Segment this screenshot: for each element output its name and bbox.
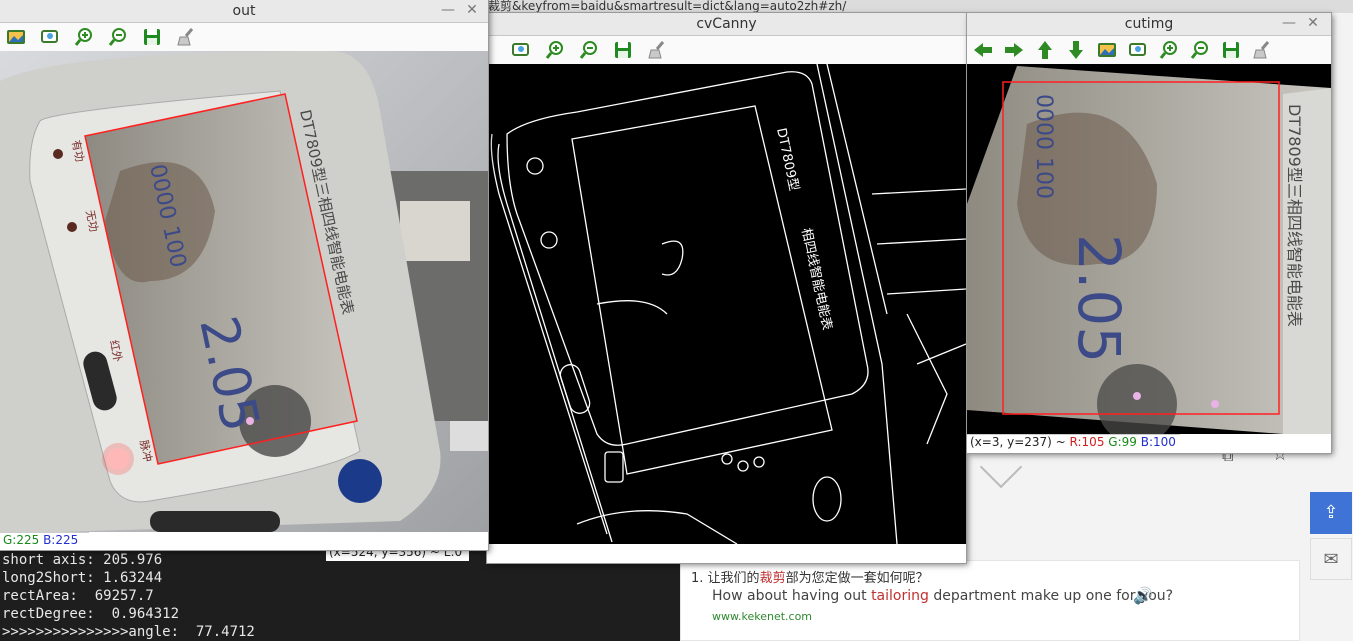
url-text: 裁剪&keyfrom=baidu&smartresult=dict&lang=a… xyxy=(488,0,847,13)
browser-url-bar[interactable]: 裁剪&keyfrom=baidu&smartresult=dict&lang=a… xyxy=(466,0,1353,13)
canny-title: cvCanny xyxy=(696,16,757,32)
cutimg-image[interactable]: 2.05 0000 100 DT7809型三相四线智能电能表 xyxy=(967,64,1331,434)
cut-model-text: DT7809型三相四线智能电能表 xyxy=(1285,104,1304,327)
svg-text:相四线智能电能表: 相四线智能电能表 xyxy=(798,227,834,332)
cut-reading-text: 2.05 xyxy=(1065,234,1133,363)
zoom-out-icon[interactable] xyxy=(1186,38,1213,62)
zoom-fit-icon[interactable] xyxy=(507,38,534,62)
terminal-lines: short axis: 205.976 long2Short: 1.63244 … xyxy=(0,551,255,641)
canny-edge-image[interactable]: DT7809型 相四线智能电能表 xyxy=(487,64,966,544)
example-source-link[interactable]: www.kekenet.com xyxy=(712,610,812,623)
example-en-highlight: tailoring xyxy=(871,588,929,604)
terminal-line: >>>>>>>>>>>>>>>angle: 77.4712 xyxy=(2,624,255,640)
cut-digits-text: 0000 100 xyxy=(1031,94,1056,199)
out-title: out xyxy=(232,3,256,19)
clear-icon[interactable] xyxy=(643,38,670,62)
cutimg-drawing: 2.05 0000 100 DT7809型三相四线智能电能表 xyxy=(967,66,1331,434)
cut-status-r: R:105 xyxy=(1069,435,1105,449)
example-sentence-panel: 1. 让我们的裁剪部为您定做一套如何呢？ How about having ou… xyxy=(680,560,1300,641)
zoom-out-icon[interactable] xyxy=(104,25,131,49)
example-cn-prefix: 让我们的 xyxy=(707,571,760,586)
mail-button[interactable]: ✉ xyxy=(1310,538,1352,580)
cut-status-b: B:100 xyxy=(1140,435,1176,449)
canny-toolbar xyxy=(487,36,966,65)
cut-status-coords: (x=3, y=237) ~ xyxy=(970,435,1070,449)
arrow-down-icon[interactable] xyxy=(1062,38,1089,62)
out-statusbar: G:225 B:225 xyxy=(0,532,89,549)
canny-window[interactable]: cvCanny DT7809型 相四线智能电能表 (x=524, y=356) … xyxy=(326,13,966,563)
zoom-in-icon[interactable] xyxy=(541,38,568,62)
mail-icon: ✉ xyxy=(1323,549,1339,570)
example-chinese: 1. 让我们的裁剪部为您定做一套如何呢？ xyxy=(691,567,929,586)
share-icon: ⇪ xyxy=(1323,502,1339,523)
example-english: How about having out tailoring departmen… xyxy=(712,588,1173,604)
save-icon[interactable] xyxy=(138,25,165,49)
meter-photo-drawing: 2.05 0000 100 DT7809型三相四线智能电能表 有功 无功 红外 … xyxy=(0,51,488,532)
minimize-icon[interactable]: — xyxy=(1281,15,1297,31)
arrow-up-icon[interactable] xyxy=(1031,38,1058,62)
terminal-line: rectArea: 69257.7 xyxy=(2,588,154,604)
zoom-in-icon[interactable] xyxy=(70,25,97,49)
zoom-fit-icon[interactable] xyxy=(36,25,63,49)
out-window[interactable]: out — ✕ 2.05 0000 100 DT7809型三相四线智能电能表 有… xyxy=(0,0,488,550)
clear-icon[interactable] xyxy=(172,25,199,49)
terminal-line: rectDegree: 0.964312 xyxy=(2,606,180,622)
save-icon[interactable] xyxy=(1217,38,1244,62)
example-en-prefix: How about having out xyxy=(712,588,872,604)
example-cn-highlight: 裁剪 xyxy=(759,571,786,586)
terminal-line: long2Short: 1.63244 xyxy=(2,570,163,586)
zoom-fit-icon[interactable] xyxy=(1124,38,1151,62)
minimize-icon[interactable]: — xyxy=(440,2,456,18)
out-status-b: B:225 xyxy=(43,533,79,547)
arrow-right-icon[interactable] xyxy=(1000,38,1027,62)
zoom-in-icon[interactable] xyxy=(1155,38,1182,62)
cutimg-toolbar xyxy=(967,36,1331,65)
image-icon[interactable] xyxy=(2,25,29,49)
terminal-line: short axis: 205.976 xyxy=(2,552,163,568)
canny-edge-drawing: DT7809型 相四线智能电能表 xyxy=(490,64,966,544)
cutimg-statusbar: (x=3, y=237) ~ R:105 G:99 B:100 xyxy=(967,434,1180,451)
out-toolbar xyxy=(0,23,488,52)
clear-icon[interactable] xyxy=(1248,38,1275,62)
cutimg-titlebar[interactable]: cutimg — ✕ xyxy=(967,13,1331,36)
save-icon[interactable] xyxy=(609,38,636,62)
share-button[interactable]: ⇪ xyxy=(1310,492,1352,534)
arrow-left-icon[interactable] xyxy=(969,38,996,62)
svg-text:DT7809型: DT7809型 xyxy=(773,127,801,193)
close-icon[interactable]: ✕ xyxy=(464,2,480,18)
out-titlebar[interactable]: out — ✕ xyxy=(0,0,488,23)
image-icon[interactable] xyxy=(1093,38,1120,62)
cut-status-g: G:99 xyxy=(1108,435,1137,449)
cutimg-window[interactable]: cutimg — ✕ 2.05 0000 100 DT7809型三相四线智能电能… xyxy=(967,13,1331,453)
example-number: 1. xyxy=(691,571,704,586)
out-photo-image[interactable]: 2.05 0000 100 DT7809型三相四线智能电能表 有功 无功 红外 … xyxy=(0,51,488,532)
canny-titlebar[interactable]: cvCanny xyxy=(487,13,966,36)
zoom-out-icon[interactable] xyxy=(575,38,602,62)
cutimg-title: cutimg xyxy=(1124,16,1174,32)
example-cn-suffix: 部为您定做一套如何呢？ xyxy=(785,571,929,586)
speaker-icon[interactable]: 🔊 xyxy=(1133,586,1153,605)
out-status-g: G:225 xyxy=(3,533,40,547)
close-icon[interactable]: ✕ xyxy=(1305,15,1321,31)
